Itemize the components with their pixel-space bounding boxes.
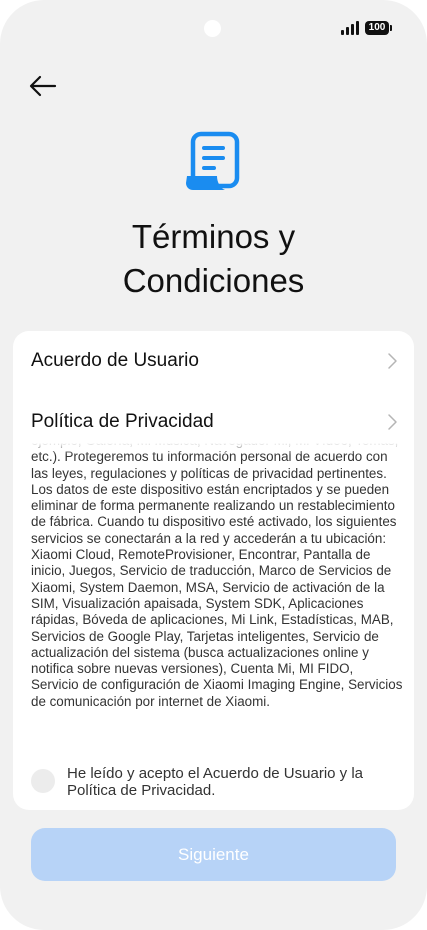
chevron-right-icon: [388, 414, 397, 430]
page-title-line2: Condiciones: [122, 262, 305, 299]
terms-body-text: ejemplo, Galería, Mi Música, Navegador M…: [31, 443, 403, 709]
front-camera: [204, 20, 221, 37]
document-scroll-icon: [186, 131, 240, 190]
privacy-policy-label: Política de Privacidad: [31, 411, 214, 432]
terms-card: Acuerdo de Usuario Política de Privacida…: [13, 331, 414, 810]
consent-row[interactable]: He leído y acepto el Acuerdo de Usuario …: [31, 765, 401, 799]
terms-scroll-area[interactable]: ejemplo, Galería, Mi Música, Navegador M…: [31, 443, 403, 743]
user-agreement-link[interactable]: Acuerdo de Usuario: [13, 331, 414, 391]
consent-checkbox[interactable]: [31, 769, 55, 793]
consent-label: He leído y acepto el Acuerdo de Usuario …: [67, 765, 364, 799]
signal-icon: [341, 21, 359, 35]
page-title-line1: Términos y: [131, 218, 296, 255]
battery-icon: 100: [365, 21, 392, 35]
chevron-right-icon: [388, 353, 397, 369]
next-button[interactable]: Siguiente: [31, 828, 396, 881]
phone-screen: 100 Términos y Condiciones Acuerdo de Us…: [0, 0, 427, 930]
status-bar: 100: [341, 21, 392, 35]
page-title: Términos y Condiciones: [0, 215, 427, 303]
user-agreement-label: Acuerdo de Usuario: [31, 350, 199, 371]
back-arrow-icon[interactable]: [28, 72, 58, 100]
